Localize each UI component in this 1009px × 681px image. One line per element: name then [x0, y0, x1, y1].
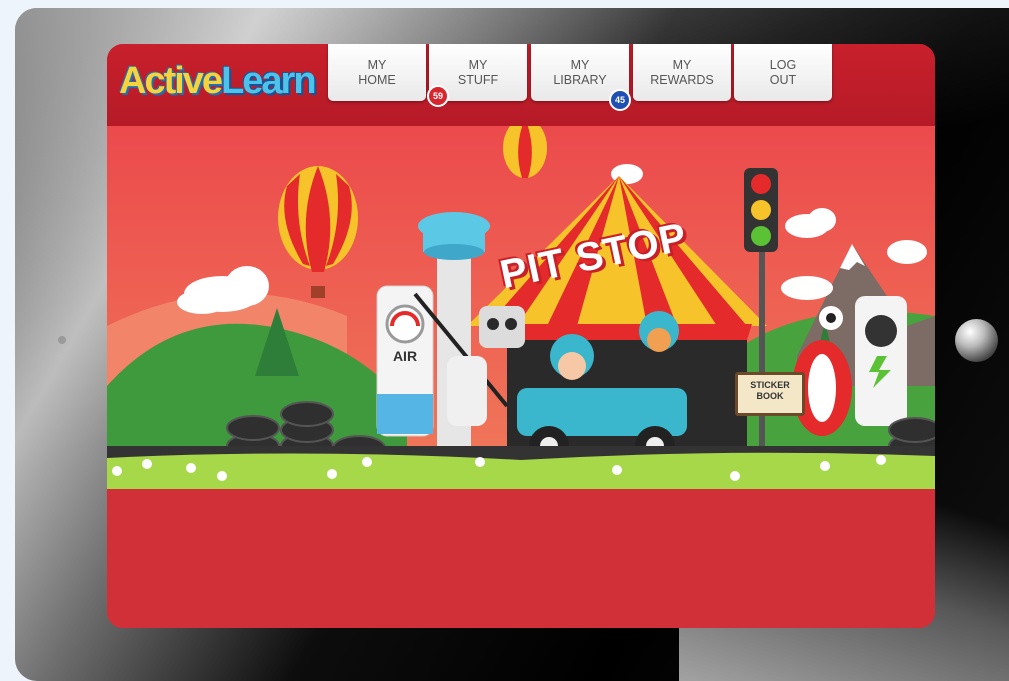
sticker-book-sign[interactable]: STICKER BOOK: [735, 372, 805, 416]
nav-label-line2: STUFF: [457, 72, 499, 87]
nav-my-rewards[interactable]: MY REWARDS: [633, 44, 731, 101]
camera-icon: [58, 336, 66, 344]
pit-stop-scene: PIT STOP AIR STICKER BOOK: [107, 126, 935, 489]
content-footer: [107, 489, 935, 628]
logo-part-active: Active: [119, 59, 223, 102]
nav-label-line1: LOG: [769, 57, 797, 72]
sticker-book-label-line2: BOOK: [756, 391, 784, 401]
scene-illustration: [107, 126, 935, 489]
nav-label-line2: LIBRARY: [553, 72, 607, 87]
nav-my-home[interactable]: MY HOME: [328, 44, 426, 101]
nav-log-out[interactable]: LOG OUT: [734, 44, 832, 101]
logo-part-learn: Learn: [221, 59, 316, 102]
nav-label-line1: MY: [672, 57, 692, 72]
nav-label-line2: HOME: [358, 72, 396, 87]
activelearn-logo[interactable]: Active Learn: [119, 56, 317, 106]
home-button[interactable]: [955, 319, 998, 362]
nav-label-line1: MY: [570, 57, 590, 72]
air-label: AIR: [392, 348, 418, 364]
header-bar: Active Learn MY HOME MY STUFF MY LIBRARY …: [107, 44, 935, 126]
nav-label-line1: MY: [367, 57, 387, 72]
stuff-count-badge: 59: [427, 85, 449, 107]
nav-label-line2: REWARDS: [650, 72, 714, 87]
nav-label-line2: OUT: [769, 72, 797, 87]
nav-label-line1: MY: [468, 57, 488, 72]
sticker-book-label-line1: STICKER: [750, 380, 790, 390]
library-count-badge: 45: [609, 89, 631, 111]
app-screen: Active Learn MY HOME MY STUFF MY LIBRARY …: [107, 44, 935, 628]
